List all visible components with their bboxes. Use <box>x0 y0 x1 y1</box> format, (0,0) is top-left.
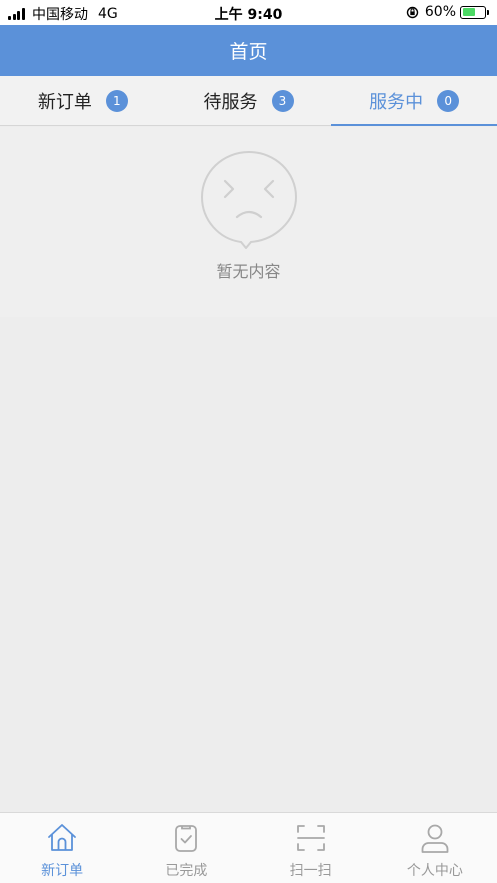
home-icon <box>48 824 77 851</box>
battery-fill <box>462 8 475 16</box>
tab-count-badge: 3 <box>271 89 294 112</box>
empty-state-text: 暂无内容 <box>216 262 281 281</box>
bottom-nav: 新订单 已完成 扫一扫 个人中心 <box>0 812 497 883</box>
tab-count-badge: 0 <box>437 89 460 112</box>
status-bar: 中国移动 4G 上午 9:40 60% <box>0 0 497 25</box>
nav-label: 已完成 <box>165 863 208 879</box>
battery-cap <box>487 9 489 15</box>
nav-item-profile[interactable]: 个人中心 <box>373 813 497 883</box>
sad-face-bubble-icon <box>200 150 298 249</box>
tab-count-badge: 1 <box>105 89 128 112</box>
tab-pending-service[interactable]: 待服务 3 <box>166 76 332 125</box>
order-tabs: 新订单 1 待服务 3 服务中 0 <box>0 76 497 126</box>
tab-label: 待服务 <box>203 91 258 113</box>
nav-label: 个人中心 <box>406 863 463 879</box>
status-right: 60% <box>406 4 489 20</box>
nav-item-scan[interactable]: 扫一扫 <box>249 813 373 883</box>
clipboard-check-icon <box>175 825 198 852</box>
page-header: 首页 <box>0 25 497 76</box>
user-icon <box>421 824 449 853</box>
tab-new-orders[interactable]: 新订单 1 <box>0 76 166 125</box>
nav-item-completed[interactable]: 已完成 <box>124 813 248 883</box>
battery-percent: 60% <box>424 4 456 20</box>
page-title: 首页 <box>229 41 268 63</box>
tab-in-service[interactable]: 服务中 0 <box>331 76 497 126</box>
tab-label: 新订单 <box>37 91 92 113</box>
nav-label: 新订单 <box>41 863 84 879</box>
battery-icon <box>460 5 486 19</box>
orientation-lock-icon <box>406 6 419 18</box>
nav-label: 扫一扫 <box>289 863 332 879</box>
scan-icon <box>296 825 325 851</box>
nav-item-new-orders[interactable]: 新订单 <box>0 813 124 883</box>
tab-label: 服务中 <box>369 91 424 113</box>
empty-state: 暂无内容 <box>0 127 497 317</box>
